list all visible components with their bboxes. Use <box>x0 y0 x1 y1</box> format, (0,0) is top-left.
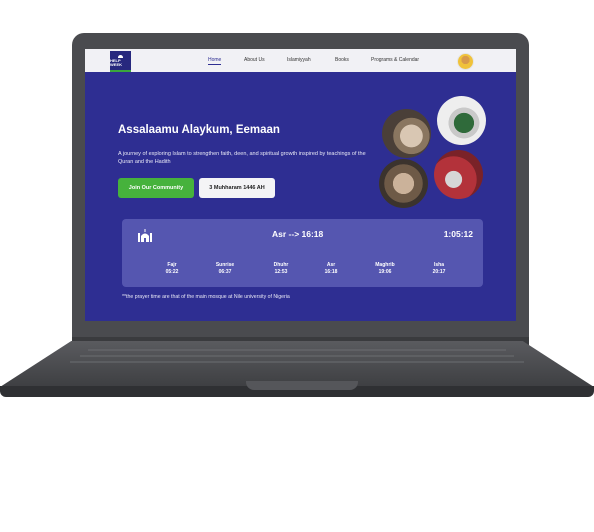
keyboard-row <box>80 355 514 357</box>
hero-greeting: Assalaamu Alaykum, Eemaan <box>118 124 280 136</box>
screen: HELP WEEK Home About Us Islamiyyah Books… <box>85 49 516 321</box>
nav-books[interactable]: Books <box>335 57 349 63</box>
mosque-icon <box>138 229 152 242</box>
prayer-name: Fajr <box>167 262 177 268</box>
prayer-name: Isha <box>433 262 444 268</box>
prayer-time-sunrise: Sunrise 06:37 <box>205 262 245 276</box>
hands-quran-photo <box>379 159 428 208</box>
prayer-time-asr: Asr 16:18 <box>311 262 351 276</box>
prayer-time-dhuhr: Dhuhr 12:53 <box>261 262 301 276</box>
top-nav: HELP WEEK Home About Us Islamiyyah Books… <box>85 49 516 72</box>
prayer-name: Maghrib <box>375 262 395 268</box>
prayer-clock: 12:53 <box>274 269 288 275</box>
prayer-time-note: **the prayer time are that of the main m… <box>122 294 290 300</box>
nav-home[interactable]: Home <box>208 57 222 65</box>
keyboard-row <box>70 361 524 363</box>
current-prayer: Asr --> 16:18 <box>272 229 324 239</box>
hijri-date-button[interactable]: 3 Muhharam 1446 AH <box>199 178 275 198</box>
prayer-clock: 20:17 <box>432 269 446 275</box>
keyboard-row <box>88 349 506 351</box>
prayer-name: Sunrise <box>215 262 235 268</box>
quran-reading-photo <box>382 109 431 158</box>
prayer-name: Dhuhr <box>273 262 289 268</box>
nav-about-us[interactable]: About Us <box>244 57 265 63</box>
logo-text: HELP WEEK <box>110 57 122 67</box>
prayer-times-card: Asr --> 16:18 1:05:12 Fajr 05:22 Sunrise… <box>122 219 483 287</box>
prayer-clock: 05:22 <box>165 269 179 275</box>
prayer-clock: 19:06 <box>378 269 392 275</box>
prayer-time-isha: Isha 20:17 <box>419 262 459 276</box>
prayer-rug-photo <box>434 150 483 199</box>
hero-subtext: A journey of exploring Islam to strength… <box>118 151 366 165</box>
nav-islamiyyah[interactable]: Islamiyyah <box>287 57 311 63</box>
user-avatar[interactable] <box>457 53 474 70</box>
nav-programs-calendar[interactable]: Programs & Calendar <box>371 57 419 63</box>
prayer-clock: 16:18 <box>324 269 338 275</box>
prayer-time-fajr: Fajr 05:22 <box>152 262 192 276</box>
prayer-name: Asr <box>326 262 336 268</box>
quran-book-photo <box>437 96 486 145</box>
prayer-countdown: 1:05:12 <box>443 229 473 239</box>
join-community-button[interactable]: Join Our Community <box>118 178 194 198</box>
laptop-notch <box>246 381 358 390</box>
site-logo[interactable]: HELP WEEK <box>110 51 131 72</box>
prayer-clock: 06:37 <box>218 269 232 275</box>
prayer-time-maghrib: Maghrib 19:06 <box>365 262 405 276</box>
